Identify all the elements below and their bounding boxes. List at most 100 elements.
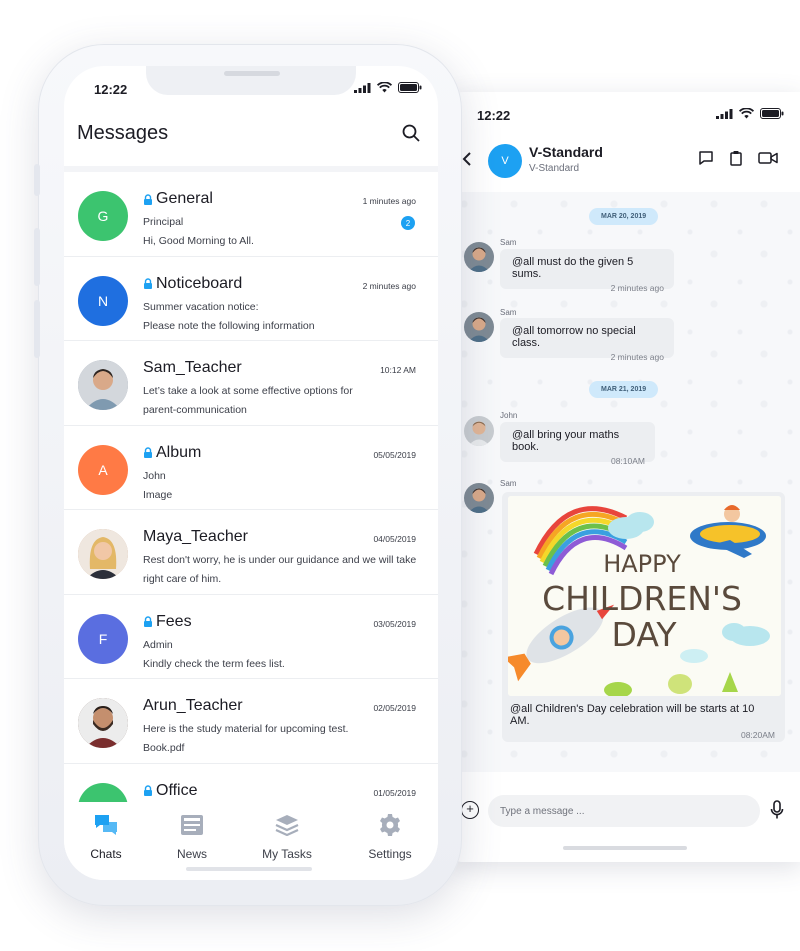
conversation-name: Fees bbox=[143, 613, 192, 631]
conversation-row[interactable]: A Album 05/05/2019 John Image bbox=[64, 426, 438, 510]
conversation-name: Office bbox=[143, 782, 198, 800]
chat-title: V-Standard bbox=[529, 144, 603, 160]
tab-label: News bbox=[176, 847, 207, 861]
tab-label: My Tasks bbox=[262, 847, 312, 861]
sam-avatar bbox=[464, 242, 494, 272]
conversation-row[interactable]: O Office 01/05/2019 bbox=[64, 764, 438, 802]
image-text-happy: HAPPY bbox=[603, 550, 681, 578]
status-bar: 12:22 bbox=[452, 92, 800, 136]
chat-header-actions bbox=[698, 150, 778, 166]
search-icon[interactable] bbox=[402, 124, 420, 142]
avatar[interactable] bbox=[78, 529, 128, 579]
side-button bbox=[34, 300, 40, 358]
sender-name: Sam bbox=[500, 238, 517, 247]
video-call-icon[interactable] bbox=[758, 150, 778, 166]
conversation-name: Album bbox=[143, 444, 201, 462]
tab-news[interactable]: News bbox=[152, 814, 232, 861]
conversation-title: Office bbox=[156, 781, 198, 799]
conversation-list: G General 1 minutes ago Principal Hi, Good M… bbox=[64, 172, 438, 802]
avatar-letter: N bbox=[97, 292, 109, 309]
lock-icon bbox=[144, 447, 152, 458]
signal-icon bbox=[354, 82, 371, 93]
microphone-icon[interactable] bbox=[770, 800, 784, 820]
message-time: 2 minutes ago bbox=[610, 352, 664, 362]
john-avatar bbox=[464, 416, 494, 446]
message-text: @all must do the given 5 sums. bbox=[512, 256, 634, 280]
childrens-day-image[interactable]: HAPPY CHILDREN'S DAY bbox=[508, 496, 781, 696]
lock-icon bbox=[144, 616, 152, 627]
conversation-title: Maya_Teacher bbox=[143, 528, 248, 545]
conversation-title: General bbox=[156, 190, 213, 207]
sender-name: John bbox=[500, 411, 518, 420]
avatar[interactable]: F bbox=[78, 613, 128, 664]
conversation-preview-line2: Image bbox=[143, 488, 173, 501]
conversation-preview-line1: Principal bbox=[143, 216, 184, 228]
messages-screen: 12:22 Messages G General 1 minutes ago Prin… bbox=[64, 66, 438, 880]
message-composer: + bbox=[452, 784, 800, 844]
conversation-row[interactable]: F Fees 03/05/2019 Admin Kindly check the ter… bbox=[64, 595, 438, 679]
tab-label: Settings bbox=[368, 847, 412, 861]
conversation-preview-line2: Hi, Good Morning to All. bbox=[143, 235, 254, 247]
message-bubble[interactable]: @all bring your maths book. 08:10AM bbox=[500, 422, 655, 466]
avatar[interactable]: A bbox=[78, 444, 128, 495]
conversation-row[interactable]: Sam_Teacher 10:12 AM Let’s take a look at … bbox=[64, 341, 438, 426]
conversation-time: 03/05/2019 bbox=[373, 618, 416, 629]
message-bubble[interactable]: @all tomorrow no special class. 2 minute… bbox=[500, 318, 674, 362]
chat-subtitle: V-Standard bbox=[529, 163, 580, 174]
lock-icon bbox=[144, 785, 152, 796]
avatar[interactable] bbox=[78, 360, 128, 410]
avatar[interactable]: G bbox=[78, 191, 128, 241]
add-attachment-icon[interactable]: + bbox=[461, 801, 479, 819]
avatar-letter: A bbox=[98, 461, 108, 478]
conversation-row[interactable]: Arun_Teacher 02/05/2019 Here is the study … bbox=[64, 679, 438, 764]
conversation-preview-line2: right care of him. bbox=[143, 573, 222, 585]
tab-settings[interactable]: Settings bbox=[350, 814, 430, 861]
image-text-day: DAY bbox=[611, 615, 677, 654]
conversation-time: 1 minutes ago bbox=[362, 196, 416, 206]
side-button bbox=[34, 228, 40, 286]
message-text: @all Children's Day celebration will be … bbox=[510, 703, 755, 727]
conversation-row[interactable]: G General 1 minutes ago Principal Hi, Good M… bbox=[64, 172, 438, 257]
avatar[interactable]: N bbox=[78, 275, 128, 326]
status-icons bbox=[716, 108, 784, 119]
message-time: 08:20AM bbox=[740, 730, 775, 740]
chats-icon bbox=[95, 815, 117, 835]
message-input[interactable] bbox=[488, 795, 760, 827]
wifi-icon bbox=[739, 108, 754, 119]
image-text-childrens: CHILDREN'S bbox=[542, 579, 742, 618]
chat-header: V V-Standard V-Standard bbox=[452, 136, 800, 190]
conversation-name: General bbox=[143, 190, 213, 208]
conversation-time: 04/05/2019 bbox=[373, 534, 416, 544]
news-icon bbox=[181, 815, 203, 835]
battery-icon bbox=[760, 108, 784, 119]
avatar[interactable]: O bbox=[78, 782, 128, 802]
settings-icon bbox=[380, 814, 400, 836]
chat-avatar[interactable]: V bbox=[488, 144, 522, 178]
message-bubble[interactable]: @all must do the given 5 sums. 2 minutes… bbox=[500, 249, 674, 293]
signal-icon bbox=[716, 108, 733, 119]
conversation-row[interactable]: N Noticeboard 2 minutes ago Summer vacation… bbox=[64, 257, 438, 341]
conversation-name: Arun_Teacher bbox=[143, 697, 243, 715]
conversation-preview-line2: parent-communication bbox=[143, 404, 247, 416]
battery-icon bbox=[398, 82, 422, 93]
conversation-title: Fees bbox=[156, 612, 192, 630]
childrens-day-illustration: HAPPY CHILDREN'S DAY bbox=[508, 496, 781, 696]
image-message-bubble[interactable]: HAPPY CHILDREN'S DAY @all Children's Day… bbox=[502, 492, 785, 742]
conversation-row[interactable]: Maya_Teacher 04/05/2019 Rest don't worry, … bbox=[64, 510, 438, 595]
avatar[interactable] bbox=[78, 698, 128, 748]
speaker bbox=[224, 71, 280, 76]
conversation-time: 02/05/2019 bbox=[373, 703, 416, 713]
conversation-time: 2 minutes ago bbox=[362, 280, 416, 291]
conversation-preview-line2: Book.pdf bbox=[143, 742, 185, 754]
tab-chats[interactable]: Chats bbox=[66, 814, 146, 861]
conversation-preview-line1: Summer vacation notice: bbox=[143, 300, 259, 313]
message-icon[interactable] bbox=[698, 150, 714, 166]
sam-avatar bbox=[464, 312, 494, 342]
side-button bbox=[34, 164, 40, 196]
avatar-letter: G bbox=[97, 208, 109, 224]
tab-my-tasks[interactable]: My Tasks bbox=[247, 814, 327, 861]
avatar-letter: F bbox=[98, 630, 108, 647]
conversation-time: 05/05/2019 bbox=[373, 449, 416, 460]
clipboard-icon[interactable] bbox=[728, 150, 744, 166]
back-chevron-icon[interactable] bbox=[462, 150, 472, 173]
